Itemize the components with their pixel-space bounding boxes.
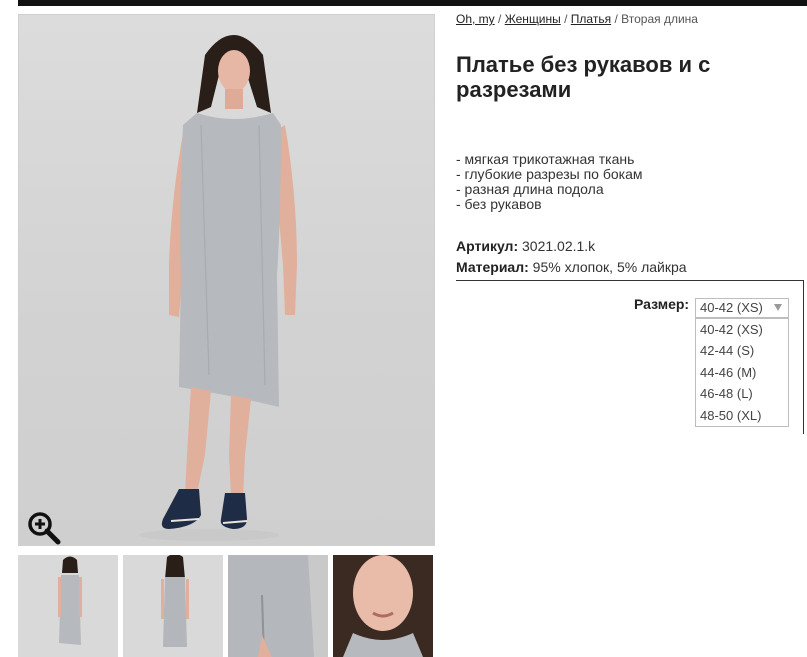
size-option-xs[interactable]: 40-42 (XS) (696, 319, 788, 340)
zoom-in-icon[interactable] (26, 510, 62, 546)
top-border (18, 0, 807, 6)
thumbnail-front[interactable] (18, 555, 118, 657)
material-value: 95% хлопок, 5% лайкра (532, 259, 687, 275)
size-select[interactable]: 40-42 (XS) (695, 298, 789, 318)
feature-item: - глубокие разрезы по бокам (456, 166, 643, 182)
product-features: - мягкая трикотажная ткань - глубокие ра… (456, 152, 642, 212)
thumbnail-strip (18, 555, 438, 657)
material-row: Материал: 95% хлопок, 5% лайкра (456, 257, 687, 278)
breadcrumb-current: Вторая длина (621, 12, 698, 26)
breadcrumb-separator: / (564, 12, 568, 26)
material-label: Материал: (456, 259, 529, 275)
breadcrumb-separator: / (614, 12, 618, 26)
size-option-s[interactable]: 42-44 (S) (696, 340, 788, 361)
article-label: Артикул: (456, 238, 519, 254)
triangle-down-icon (774, 304, 782, 311)
size-option-l[interactable]: 46-48 (L) (696, 383, 788, 404)
product-main-image[interactable] (18, 14, 435, 546)
thumbnail-slit-detail[interactable] (228, 555, 328, 657)
breadcrumb-link-women[interactable]: Женщины (505, 12, 561, 26)
feature-item: - без рукавов (456, 196, 542, 212)
size-option-xl[interactable]: 48-50 (XL) (696, 405, 788, 426)
product-title: Платье без рукавов и с разрезами (456, 52, 711, 102)
section-divider-vertical (803, 280, 804, 434)
thumbnail-back[interactable] (123, 555, 223, 657)
breadcrumb-link-home[interactable]: Oh, my (456, 12, 495, 26)
size-dropdown-list: 40-42 (XS) 42-44 (S) 44-46 (M) 46-48 (L)… (695, 318, 789, 427)
thumbnail-face-closeup[interactable] (333, 555, 433, 657)
section-divider (456, 280, 804, 281)
feature-item: - мягкая трикотажная ткань (456, 151, 635, 167)
feature-item: - разная длина подола (456, 181, 604, 197)
size-option-m[interactable]: 44-46 (M) (696, 362, 788, 383)
size-selected-value: 40-42 (XS) (700, 300, 763, 315)
product-properties: Артикул: 3021.02.1.k Материал: 95% хлопо… (456, 236, 687, 278)
article-value: 3021.02.1.k (522, 238, 596, 254)
size-label: Размер: (634, 296, 690, 312)
breadcrumb: Oh, my / Женщины / Платья / Вторая длина (456, 12, 698, 26)
breadcrumb-separator: / (498, 12, 502, 26)
breadcrumb-link-dresses[interactable]: Платья (571, 12, 611, 26)
article-row: Артикул: 3021.02.1.k (456, 236, 687, 257)
model-illustration (139, 35, 297, 541)
